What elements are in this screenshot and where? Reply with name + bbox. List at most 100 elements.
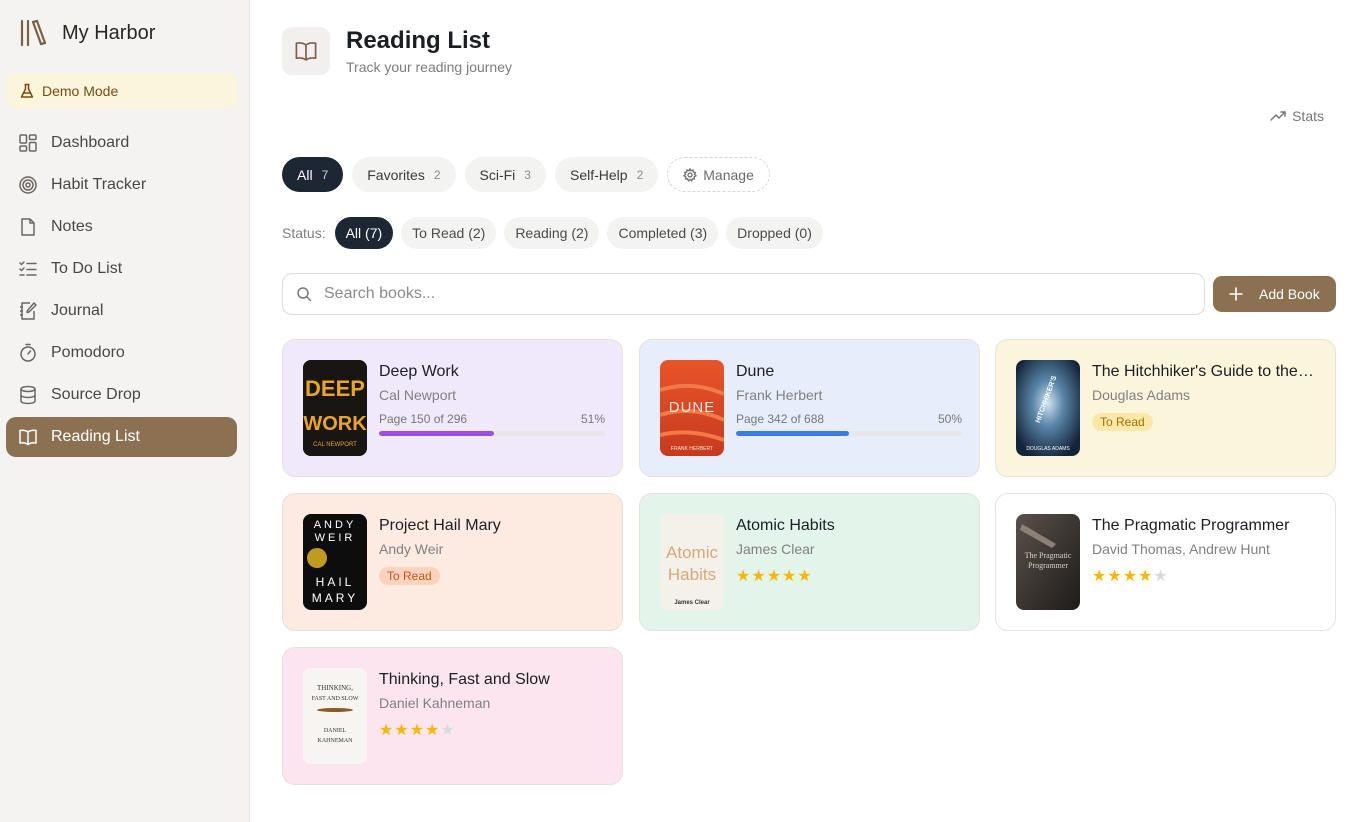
manage-categories-button[interactable]: Manage — [667, 157, 770, 192]
filter-chip-all[interactable]: All 7 — [282, 157, 344, 192]
flask-icon — [20, 83, 34, 98]
sidebar-item-notes[interactable]: Notes — [6, 207, 237, 247]
trending-up-icon — [1270, 111, 1286, 121]
book-card[interactable]: DEEP WORK CAL NEWPORT Deep Work Cal Newp… — [282, 339, 623, 477]
svg-text:THINKING,: THINKING, — [317, 684, 353, 692]
sidebar-item-dashboard[interactable]: Dashboard — [6, 123, 237, 163]
sidebar-item-journal[interactable]: Journal — [6, 291, 237, 331]
cover-art: ANDY WEIR HAIL MARY — [303, 514, 367, 610]
book-info: The Pragmatic Programmer David Thomas, A… — [1092, 517, 1318, 586]
book-cover: HITCHHIKER'S DOUGLAS ADAMS — [1016, 360, 1080, 456]
star-filled-icon: ★ — [394, 722, 410, 739]
star-filled-icon: ★ — [1107, 568, 1123, 585]
progress-row: Page 342 of 688 50% — [736, 412, 962, 426]
book-info: Project Hail Mary Andy Weir To Read — [379, 517, 605, 585]
sidebar-item-label: Pomodoro — [51, 344, 125, 361]
svg-text:CAL NEWPORT: CAL NEWPORT — [313, 442, 357, 448]
progress-bar-fill — [379, 431, 495, 436]
sidebar-item-label: Dashboard — [51, 134, 130, 151]
star-filled-icon: ★ — [1138, 568, 1154, 585]
book-card[interactable]: THINKING, FAST AND SLOW DANIEL KAHNEMAN … — [282, 647, 623, 785]
add-book-button[interactable]: Add Book — [1213, 276, 1336, 312]
chip-label: Self-Help — [569, 166, 628, 183]
status-pill-completed[interactable]: Completed (3) — [607, 217, 719, 249]
svg-text:WORK: WORK — [303, 413, 367, 435]
star-filled-icon: ★ — [797, 568, 813, 585]
status-badge: To Read — [1092, 413, 1153, 431]
book-author: Frank Herbert — [736, 387, 823, 403]
sidebar-item-to-do-list[interactable]: To Do List — [6, 249, 237, 289]
star-rating: ★★★★★ — [736, 566, 962, 586]
chip-count: 7 — [321, 167, 329, 182]
cover-art: DEEP WORK CAL NEWPORT — [303, 360, 367, 456]
sidebar-item-source-drop[interactable]: Source Drop — [6, 375, 237, 415]
book-card[interactable]: DUNE FRANK HERBERT Dune Frank Herbert Pa… — [639, 339, 980, 477]
filter-chip-self-help[interactable]: Self-Help 2 — [554, 157, 659, 192]
book-card[interactable]: The Pragmatic Programmer The Pragmatic P… — [995, 493, 1336, 631]
book-title: The Hitchhiker's Guide to the Galaxy — [1092, 363, 1318, 380]
book-cover: DUNE FRANK HERBERT — [660, 360, 724, 456]
status-pill-all[interactable]: All (7) — [334, 217, 394, 249]
filter-chip-sci-fi[interactable]: Sci-Fi 3 — [464, 157, 546, 192]
sidebar-item-label: Reading List — [51, 428, 140, 445]
brand[interactable]: My Harbor — [18, 18, 155, 48]
book-author: Andy Weir — [379, 541, 444, 557]
book-card[interactable]: Atomic Habits James Clear Atomic Habits … — [639, 493, 980, 631]
star-empty-icon: ★ — [440, 722, 456, 739]
search-icon — [297, 287, 312, 302]
svg-text:Atomic: Atomic — [666, 543, 718, 562]
plus-icon — [1229, 287, 1243, 301]
book-author: James Clear — [736, 541, 815, 557]
book-cover: ANDY WEIR HAIL MARY — [303, 514, 367, 610]
book-title: Deep Work — [379, 363, 459, 380]
chip-count: 2 — [433, 167, 441, 182]
search-input[interactable] — [324, 285, 1174, 303]
book-card[interactable]: ANDY WEIR HAIL MARY Project Hail Mary An… — [282, 493, 623, 631]
sidebar-item-label: Journal — [51, 302, 104, 319]
chip-label: Favorites — [367, 166, 425, 183]
page-title: Reading List — [346, 27, 491, 54]
svg-text:James Clear: James Clear — [674, 600, 710, 606]
svg-text:WEIR: WEIR — [315, 532, 356, 544]
book-info: The Hitchhiker's Guide to the Galaxy Dou… — [1092, 363, 1318, 431]
progress-percent: 51% — [580, 412, 605, 426]
svg-text:Programmer: Programmer — [1028, 561, 1068, 570]
sidebar-item-reading-list[interactable]: Reading List — [6, 417, 237, 457]
gear-icon — [683, 167, 698, 182]
chip-count: 2 — [636, 167, 644, 182]
book-title: Dune — [736, 363, 775, 380]
book-author: Douglas Adams — [1092, 387, 1191, 403]
svg-text:FRANK HERBERT: FRANK HERBERT — [671, 446, 713, 452]
svg-text:DOUGLAS ADAMS: DOUGLAS ADAMS — [1026, 446, 1070, 452]
star-rating: ★★★★★ — [1092, 566, 1318, 586]
demo-mode-label: Demo Mode — [42, 82, 119, 99]
star-filled-icon: ★ — [1092, 568, 1108, 585]
progress-text: Page 150 of 296 — [379, 412, 468, 426]
stats-button[interactable]: Stats — [1270, 108, 1324, 124]
chip-label: Sci-Fi — [479, 166, 516, 183]
book-cover: The Pragmatic Programmer — [1016, 514, 1080, 610]
status-pill-reading[interactable]: Reading (2) — [504, 217, 600, 249]
star-filled-icon: ★ — [782, 568, 798, 585]
database-icon — [20, 385, 36, 405]
filter-chip-favorites[interactable]: Favorites 2 — [352, 157, 456, 192]
dashboard-icon — [19, 134, 37, 152]
book-info: Thinking, Fast and Slow Daniel Kahneman … — [379, 671, 605, 740]
search-box — [282, 273, 1205, 315]
cover-art: The Pragmatic Programmer — [1016, 514, 1080, 610]
file-icon — [21, 218, 35, 236]
sidebar-item-pomodoro[interactable]: Pomodoro — [6, 333, 237, 373]
status-pill-dropped[interactable]: Dropped (0) — [726, 217, 823, 249]
star-filled-icon: ★ — [766, 568, 783, 585]
demo-mode-badge[interactable]: Demo Mode — [6, 73, 237, 108]
book-cover: THINKING, FAST AND SLOW DANIEL KAHNEMAN — [303, 668, 367, 764]
sidebar-item-habit-tracker[interactable]: Habit Tracker — [6, 165, 237, 205]
status-pill-to-read[interactable]: To Read (2) — [401, 217, 497, 249]
notebook-pen-icon — [20, 302, 37, 320]
star-filled-icon: ★ — [736, 568, 752, 585]
cover-art: HITCHHIKER'S DOUGLAS ADAMS — [1016, 360, 1080, 456]
chip-count: 3 — [524, 167, 531, 182]
category-filters: All 7 Favorites 2 Sci-Fi 3 Self-Help 2 M… — [282, 157, 770, 192]
star-filled-icon: ★ — [1122, 568, 1139, 585]
book-card[interactable]: HITCHHIKER'S DOUGLAS ADAMS The Hitchhike… — [995, 339, 1336, 477]
